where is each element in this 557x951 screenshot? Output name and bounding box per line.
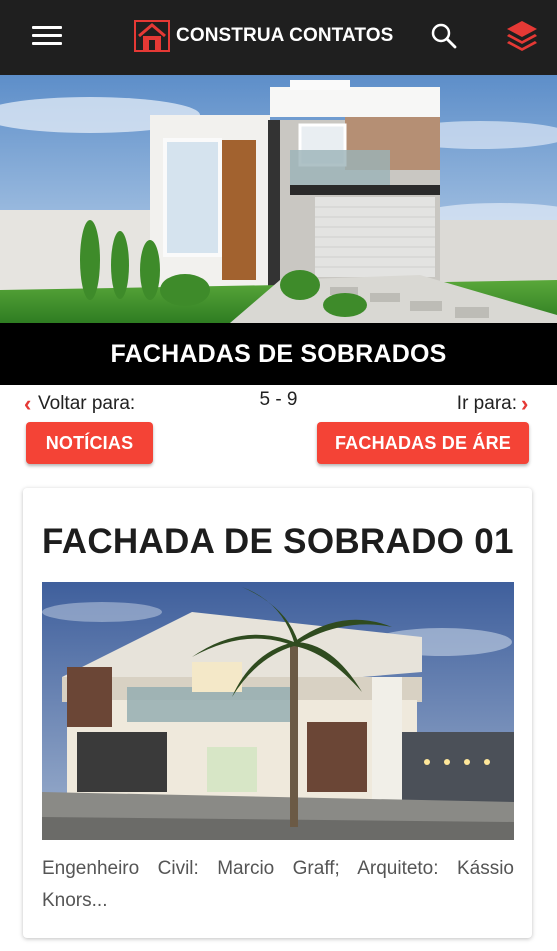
previous-category-button[interactable]: NOTÍCIAS	[26, 422, 153, 464]
hamburger-menu-icon[interactable]	[32, 26, 62, 48]
next-label-text: Ir para:	[456, 393, 517, 414]
brand[interactable]: CONSTRUA CONTATOS	[134, 19, 393, 53]
category-pager: ‹ Voltar para: 5 - 9 Ir para: › NOTÍCIAS…	[0, 385, 557, 475]
page-title: FACHADAS DE SOBRADOS	[110, 339, 447, 368]
chevron-right-icon: ›	[521, 391, 529, 416]
brand-name: CONSTRUA CONTATOS	[176, 25, 394, 46]
next-label: Ir para: ›	[457, 391, 535, 417]
post-excerpt: Engenheiro Civil: Marcio Graff; Arquitet…	[42, 858, 514, 911]
search-icon[interactable]	[430, 22, 458, 50]
layers-icon[interactable]	[504, 18, 540, 54]
hero-image	[0, 75, 557, 323]
post-card[interactable]: FACHADA DE SOBRADO 01 Engenheiro Civil: …	[23, 488, 532, 938]
post-image[interactable]	[42, 582, 514, 840]
top-app-bar: CONSTRUA CONTATOS	[0, 0, 557, 75]
post-title[interactable]: FACHADA DE SOBRADO 01	[42, 522, 514, 562]
hero-title-bar: FACHADAS DE SOBRADOS	[0, 323, 557, 385]
brand-logo-icon	[134, 20, 170, 52]
next-category-button[interactable]: FACHADAS DE ÁRE	[317, 422, 529, 464]
